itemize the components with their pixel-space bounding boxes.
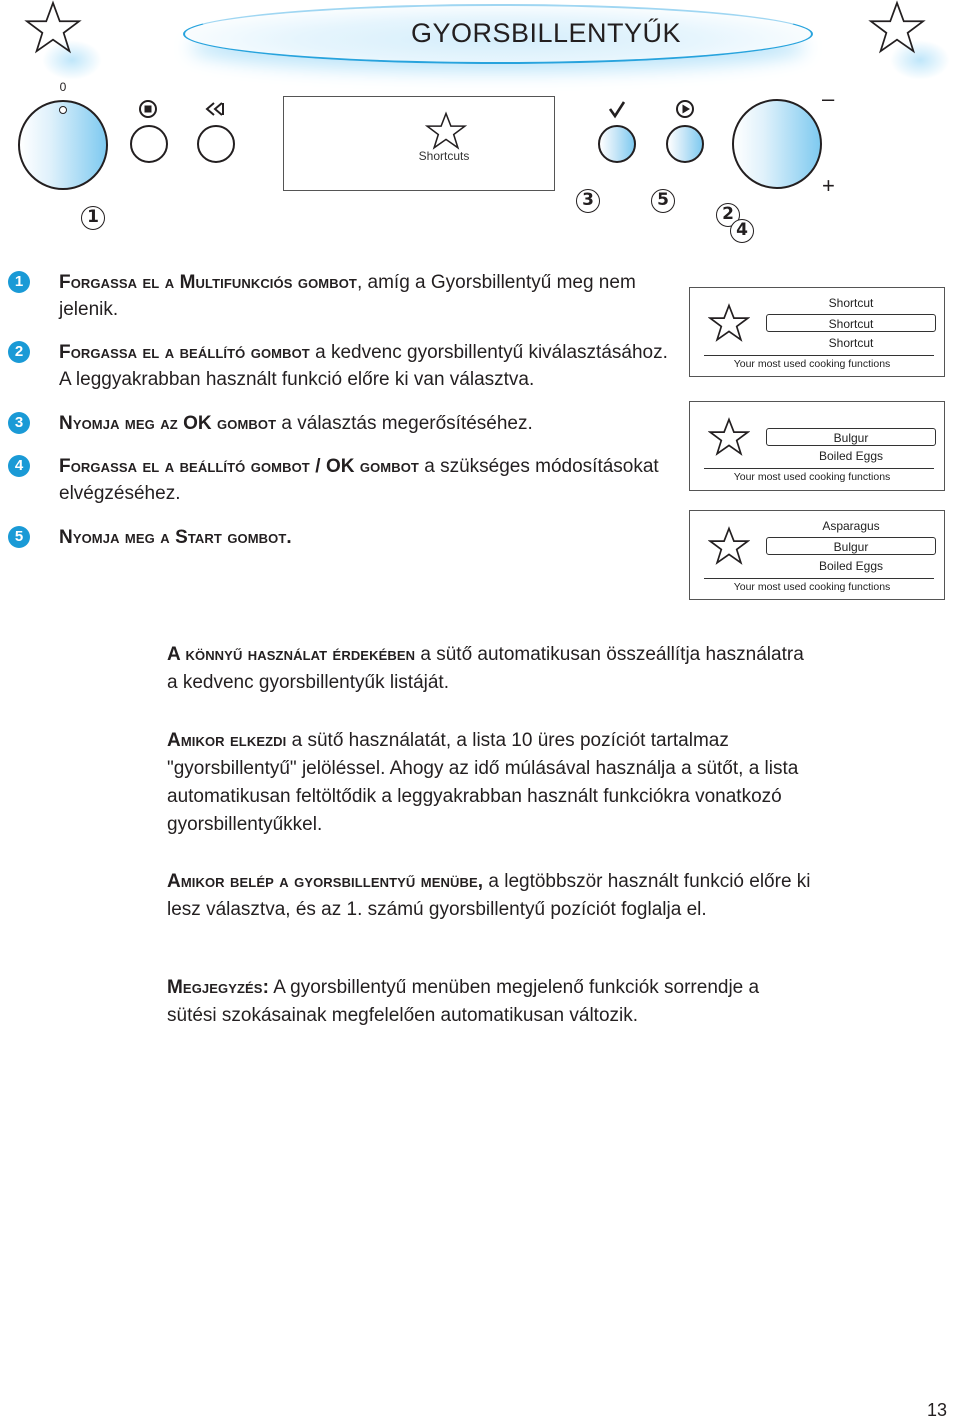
step-number: 5 bbox=[8, 526, 30, 548]
star-icon bbox=[708, 526, 750, 565]
paragraph-easy-use: A könnyű használat érdekében a sütő auto… bbox=[167, 641, 817, 697]
step-description: a választás megerősítéséhez. bbox=[276, 413, 533, 434]
start-button[interactable] bbox=[666, 125, 704, 163]
step-text: Forgassa el a beállító gombot / OK gombo… bbox=[59, 453, 684, 507]
display-screen-2: Bulgur Boiled Eggs Your most used cookin… bbox=[689, 401, 945, 491]
callout-3: 3 bbox=[576, 189, 600, 213]
back-button[interactable] bbox=[197, 125, 235, 163]
stop-circle-icon bbox=[139, 100, 157, 118]
step-number: 1 bbox=[8, 271, 30, 293]
star-icon bbox=[708, 303, 750, 342]
shortcut-row[interactable]: Boiled Eggs bbox=[766, 447, 936, 465]
paragraph-enter-menu: Amikor belép a gyorsbillentyű menübe, a … bbox=[167, 868, 817, 924]
page-number: 13 bbox=[926, 1400, 947, 1420]
shortcut-row-selected[interactable]: Bulgur bbox=[766, 428, 936, 446]
star-icon bbox=[24, 0, 82, 54]
multifunction-knob[interactable] bbox=[18, 100, 108, 190]
paragraph-note: Megjegyzés: A gyorsbillentyű menüben meg… bbox=[167, 974, 792, 1030]
step-action: gombot bbox=[354, 456, 419, 477]
display-label: Shortcuts bbox=[418, 149, 470, 163]
ok-label: OK bbox=[325, 456, 355, 477]
screen-footer: Your most used cooking functions bbox=[733, 358, 891, 370]
shortcut-row[interactable]: Boiled Eggs bbox=[766, 557, 936, 575]
knob-minus-label: – bbox=[822, 86, 835, 111]
step-action: gombot bbox=[211, 413, 277, 434]
step-4: 4 Forgassa el a beállító gombot / OK gom… bbox=[8, 453, 678, 507]
screen-footer: Your most used cooking functions bbox=[733, 471, 891, 483]
knob-indicator bbox=[59, 106, 67, 114]
step-text: Nyomja meg a Start gombot. bbox=[59, 524, 679, 551]
shortcut-row[interactable]: Shortcut bbox=[766, 294, 936, 312]
knob-zero-label: 0 bbox=[59, 80, 67, 94]
rewind-icon bbox=[205, 102, 224, 116]
shortcut-row[interactable]: Shortcut bbox=[766, 334, 936, 352]
step-number: 4 bbox=[8, 455, 30, 477]
step-number: 2 bbox=[8, 341, 30, 363]
paragraph-lead: Megjegyzés: bbox=[167, 977, 270, 998]
star-icon bbox=[425, 111, 467, 150]
setting-knob[interactable] bbox=[732, 99, 822, 189]
divider bbox=[704, 468, 934, 469]
callout-1: 1 bbox=[81, 206, 105, 230]
shortcut-row[interactable]: Asparagus bbox=[766, 517, 936, 535]
checkmark-icon bbox=[608, 101, 626, 119]
step-text: Nyomja meg az OK gombot a választás mege… bbox=[59, 410, 679, 437]
star-icon bbox=[708, 417, 750, 456]
play-circle-icon bbox=[676, 100, 694, 118]
step-action: Forgassa el a beállító gombot / bbox=[59, 456, 326, 477]
display-screen-1: Shortcut Shortcut Shortcut Your most use… bbox=[689, 287, 945, 377]
callout-4: 4 bbox=[730, 219, 754, 243]
display-screen-3: Asparagus Bulgur Boiled Eggs Your most u… bbox=[689, 510, 945, 600]
step-5: 5 Nyomja meg a Start gombot. bbox=[8, 524, 678, 552]
shortcut-row-selected[interactable]: Bulgur bbox=[766, 537, 936, 555]
step-3: 3 Nyomja meg az OK gombot a választás me… bbox=[8, 410, 678, 438]
paragraph-first-use: Amikor elkezdi a sütő használatát, a lis… bbox=[167, 727, 802, 839]
page-title: GYORSBILLENTYŰK bbox=[410, 18, 682, 48]
step-action: Nyomja meg az bbox=[59, 413, 184, 434]
paragraph-lead: Amikor elkezdi bbox=[167, 730, 287, 751]
step-text: Forgassa el a Multifunkciós gombot, amíg… bbox=[59, 269, 679, 323]
step-action: Nyomja meg a Start gombot. bbox=[59, 527, 292, 548]
callout-5: 5 bbox=[651, 189, 675, 213]
step-action: Forgassa el a Multifunkciós gombot bbox=[59, 272, 357, 293]
divider bbox=[704, 355, 934, 356]
stop-button[interactable] bbox=[130, 125, 168, 163]
shortcut-row-selected[interactable]: Shortcut bbox=[766, 314, 936, 332]
screen-footer: Your most used cooking functions bbox=[733, 581, 891, 593]
divider bbox=[704, 578, 934, 579]
step-number: 3 bbox=[8, 412, 30, 434]
knob-plus-label: + bbox=[822, 173, 835, 198]
star-icon bbox=[868, 0, 926, 54]
step-text: Forgassa el a beállító gombot a kedvenc … bbox=[59, 339, 674, 393]
page-title-banner: GYORSBILLENTYŰK bbox=[183, 4, 813, 64]
step-2: 2 Forgassa el a beállító gombot a kedven… bbox=[8, 339, 678, 393]
ok-button[interactable] bbox=[598, 125, 636, 163]
paragraph-lead: A könnyű használat érdekében bbox=[167, 644, 416, 665]
ok-label: OK bbox=[183, 413, 212, 434]
paragraph-lead: Amikor belép a gyorsbillentyű menübe, bbox=[167, 871, 484, 892]
step-1: 1 Forgassa el a Multifunkciós gombot, am… bbox=[8, 269, 678, 323]
oven-display: Shortcuts bbox=[283, 96, 555, 191]
step-action: Forgassa el a beállító gombot bbox=[59, 342, 310, 363]
